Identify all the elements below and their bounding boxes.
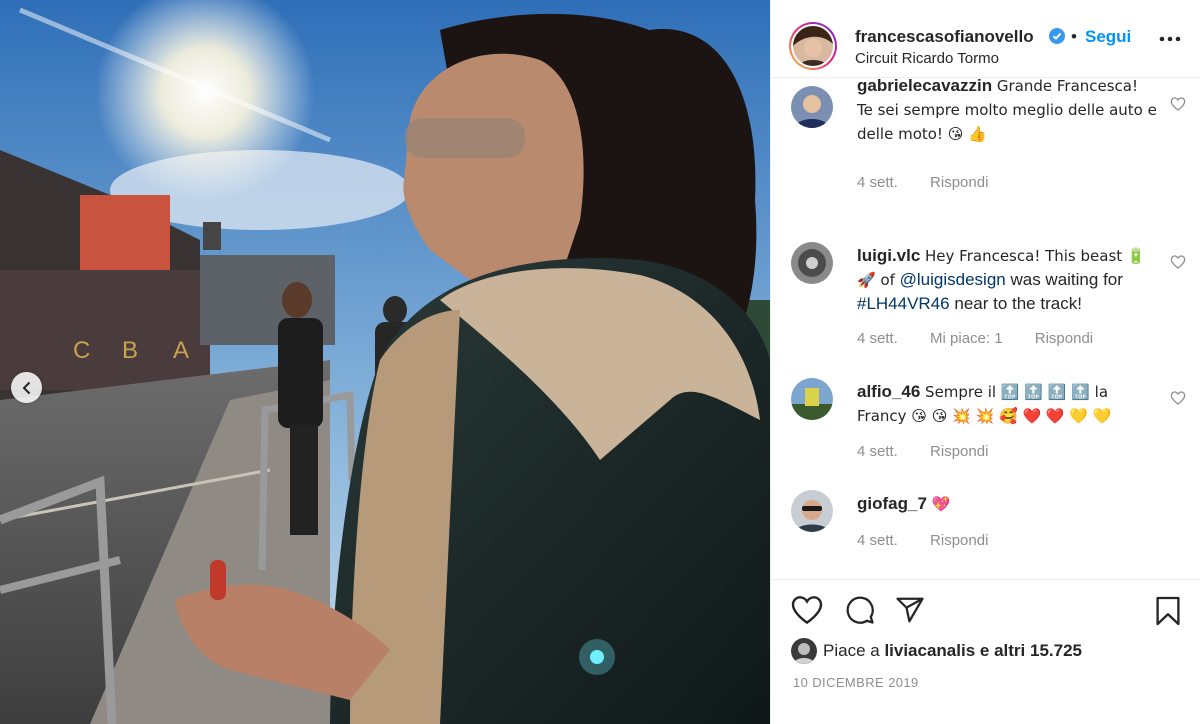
post-header: francescasofianovello • Segui Circuit Ri… [771,0,1200,78]
avatar-image [791,378,833,420]
comment-hashtag-link[interactable]: #LH44VR46 [857,294,950,313]
comment-time: 4 sett. [857,330,898,347]
photo-sign-b: B [122,337,138,364]
author-avatar-image [793,26,833,66]
comment-reply-button[interactable]: Rispondi [930,174,988,191]
heart-outline-icon[interactable] [1170,254,1186,270]
post-location[interactable]: Circuit Ricardo Tormo [855,50,999,67]
separator-dot: • [1071,27,1077,46]
comment-text: luigi.vlc Hey Francesca! This beast 🔋 🚀 … [857,244,1157,315]
bookmark-icon[interactable] [1155,595,1181,627]
photo-image: C B A [0,0,770,724]
commenter-avatar[interactable] [791,86,833,128]
avatar-image [791,86,833,128]
likes-prefix: Piace a [823,641,880,660]
heart-outline-icon[interactable] [1170,96,1186,112]
avatar-image [791,242,833,284]
more-options-icon[interactable] [1159,36,1181,42]
heart-outline-icon[interactable] [1170,390,1186,406]
comment-text: alfio_46 Sempre il 🔝 🔝 🔝 🔝 la Francy 😘 😘… [857,380,1157,428]
comment-icon[interactable] [845,595,875,625]
comment-meta: 4 sett. Mi piace: 1 Rispondi [857,330,1121,347]
liker-avatar-image [791,638,817,664]
photo-sign-c: C [73,337,90,364]
comment-username[interactable]: gabrielecavazzin [857,78,992,95]
photo-sign-a: A [173,337,189,364]
like-icon[interactable] [791,595,823,625]
avatar-image [791,490,833,532]
likes-summary: Piace a liviacanalis e altri 15.725 [791,638,1082,664]
comment-body: 💖 [931,495,951,513]
post-actions: Piace a liviacanalis e altri 15.725 10 D… [771,579,1200,724]
comment-text: gabrielecavazzin Grande Francesca! Te se… [857,78,1157,146]
comment-mention-link[interactable]: @luigisdesign [900,270,1006,289]
share-icon[interactable] [895,595,925,625]
comment-reply-button[interactable]: Rispondi [930,532,988,549]
comment-reply-button[interactable]: Rispondi [1035,330,1093,347]
comment-time: 4 sett. [857,532,898,549]
commenter-avatar[interactable] [791,490,833,532]
chevron-left-icon [22,381,30,394]
post-photo[interactable]: C B A [0,0,770,724]
liker-avatar[interactable] [791,638,817,664]
comment-username[interactable]: luigi.vlc [857,246,920,265]
author-username[interactable]: francescasofianovello [855,27,1034,47]
comment-likes-count[interactable]: Mi piace: 1 [930,330,1003,347]
comment-meta: 4 sett. Rispondi [857,174,1016,191]
comment-text: giofag_7 💖 [857,492,1157,516]
verified-badge-icon [1049,28,1065,44]
comment-meta: 4 sett. Rispondi [857,532,1016,549]
comment-body-end: near to the track! [954,294,1082,313]
commenter-avatar[interactable] [791,378,833,420]
commenter-avatar[interactable] [791,242,833,284]
comment-time: 4 sett. [857,174,898,191]
comment-reply-button[interactable]: Rispondi [930,443,988,460]
comment-meta: 4 sett. Rispondi [857,443,1016,460]
post-panel: francescasofianovello • Segui Circuit Ri… [770,0,1200,724]
comment-username[interactable]: giofag_7 [857,494,927,513]
follow-button[interactable]: Segui [1085,27,1131,47]
post-date[interactable]: 10 DICEMBRE 2019 [793,675,919,690]
comments-list[interactable]: gabrielecavazzin Grande Francesca! Te se… [771,78,1200,578]
author-avatar[interactable] [789,22,837,70]
liked-by-username[interactable]: liviacanalis [884,641,975,661]
likes-count[interactable]: e altri 15.725 [980,641,1082,661]
comment-time: 4 sett. [857,443,898,460]
comment-username[interactable]: alfio_46 [857,382,920,401]
previous-photo-button[interactable] [11,372,42,403]
comment-body-mid: was waiting for [1010,270,1123,289]
